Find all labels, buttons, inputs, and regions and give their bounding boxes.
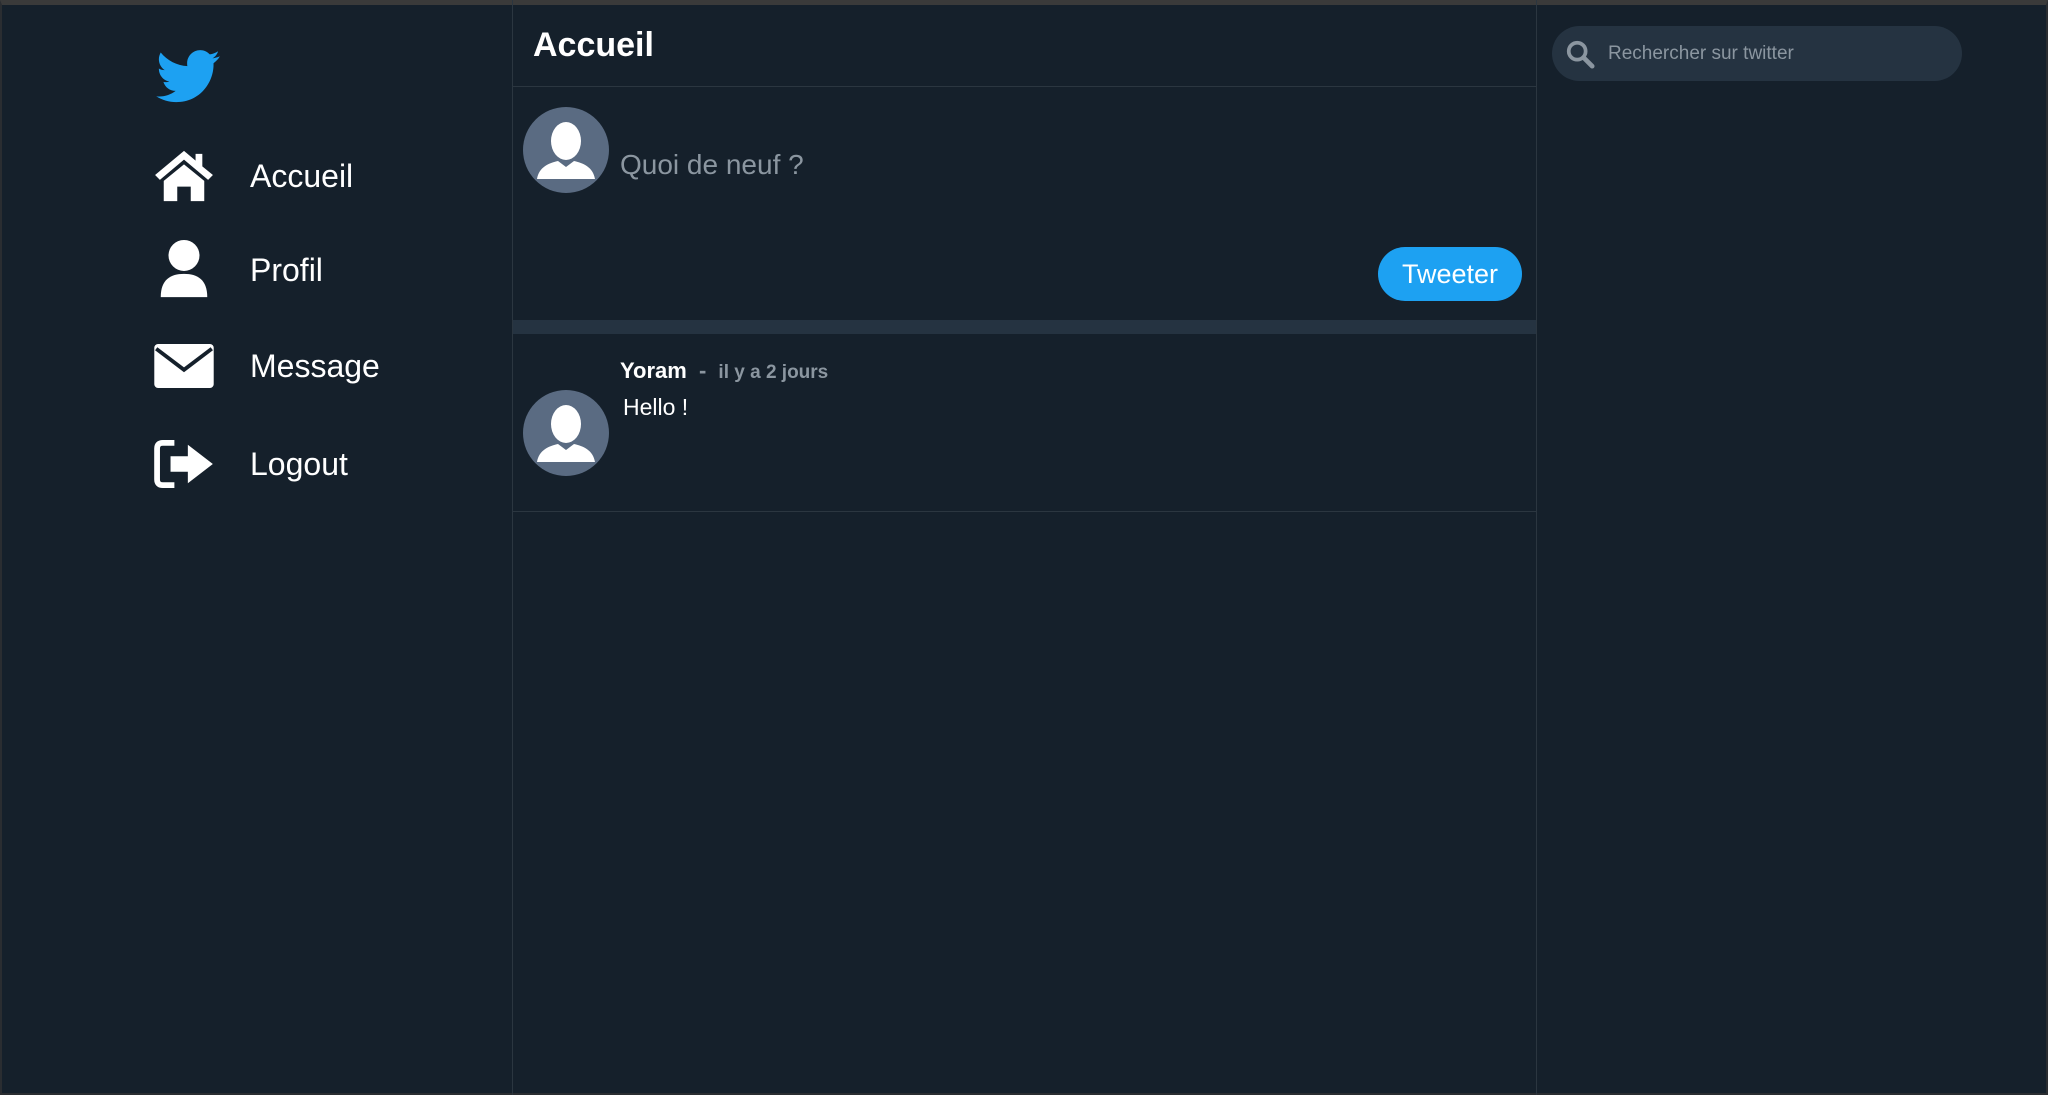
tweet-composer-input[interactable] [618, 99, 1502, 231]
feed-separator [513, 320, 1536, 334]
tweet-timestamp: il y a 2 jours [718, 362, 829, 383]
tweet-composer: Tweeter [513, 87, 1536, 320]
default-avatar-icon [537, 122, 595, 179]
envelope-icon [152, 334, 216, 398]
search-input[interactable] [1606, 41, 1950, 66]
avatar [523, 107, 609, 193]
logout-icon [152, 432, 216, 496]
sidebar-item-label: Message [250, 347, 380, 384]
sidebar-item-logout[interactable]: Logout [152, 429, 348, 499]
sidebar-item-label: Accueil [250, 157, 354, 194]
default-avatar-icon [537, 405, 595, 462]
search-box[interactable] [1552, 26, 1962, 81]
tweet-separator: - [698, 358, 707, 383]
user-icon [152, 238, 216, 302]
search-icon [1564, 38, 1596, 70]
sidebar-item-accueil[interactable]: Accueil [152, 141, 353, 211]
twitter-bird-icon[interactable] [152, 44, 226, 108]
sidebar-item-profil[interactable]: Profil [152, 235, 323, 305]
avatar[interactable] [523, 390, 609, 476]
page-title: Accueil [533, 26, 654, 64]
tweet-author[interactable]: Yoram [620, 358, 687, 383]
main-header: Accueil [513, 0, 1536, 87]
tweet-text: Hello ! [623, 394, 689, 420]
sidebar-item-message[interactable]: Message [152, 331, 380, 401]
home-icon [152, 144, 216, 208]
main-column: Accueil Tweeter Yoram - il y a 2 jours H… [513, 0, 1537, 1095]
sidebar-item-label: Profil [250, 251, 323, 288]
tweet-meta: Yoram - il y a 2 jours [620, 358, 828, 384]
sidebar-item-label: Logout [250, 445, 348, 482]
sidebar: Accueil Profil Message Logout [0, 0, 513, 1095]
tweet-item[interactable]: Yoram - il y a 2 jours Hello ! [513, 334, 1536, 512]
right-column [1537, 0, 2048, 1095]
tweet-button[interactable]: Tweeter [1378, 247, 1522, 301]
